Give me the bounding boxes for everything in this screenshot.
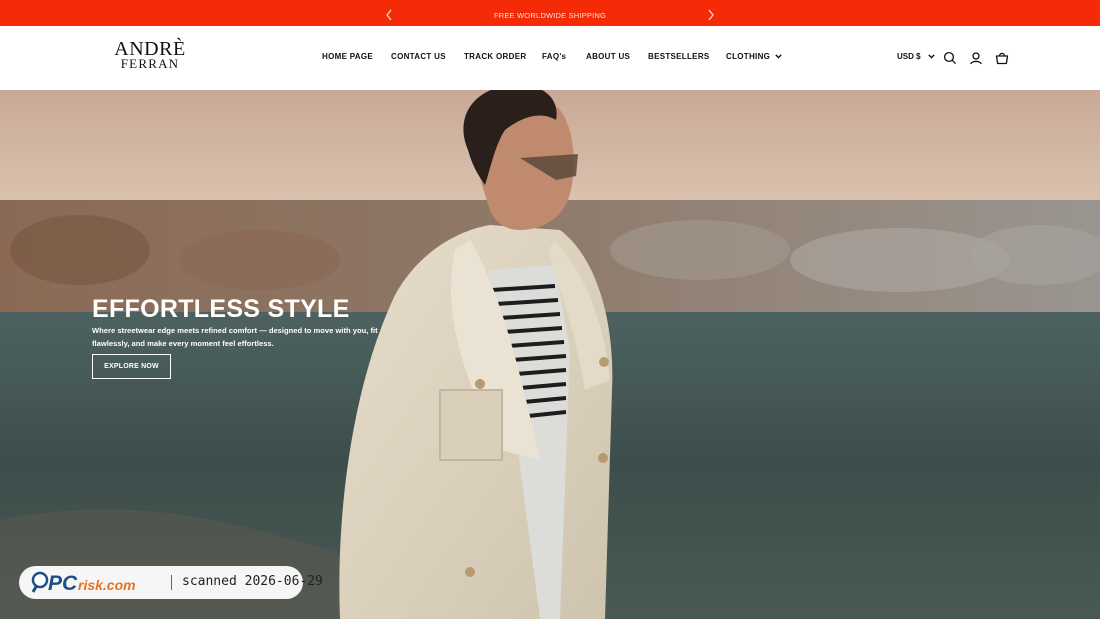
- hero-title: EFFORTLESS STYLE: [92, 295, 350, 323]
- nav-about-us[interactable]: ABOUT US: [586, 52, 630, 62]
- chevron-down-icon: [775, 52, 782, 62]
- brand-logo[interactable]: ANDRÈ FERRAN: [110, 39, 190, 71]
- logo-line-2: FERRAN: [120, 56, 180, 71]
- watermark-badge: PC risk.com scanned 2026-06-29: [19, 566, 323, 599]
- watermark-divider: [171, 575, 172, 590]
- nav-clothing[interactable]: CLOTHING: [726, 52, 782, 62]
- pcrisk-logo-pc: PC: [48, 572, 78, 594]
- cart-icon[interactable]: [995, 51, 1009, 65]
- chevron-down-icon: [928, 52, 935, 62]
- pcrisk-logo-rest: risk.com: [78, 577, 136, 593]
- nav-faqs[interactable]: FAQ's: [542, 52, 566, 62]
- currency-label: USD $: [897, 52, 921, 62]
- hero-subtitle: Where streetwear edge meets refined comf…: [92, 326, 378, 348]
- site-header: ANDRÈ FERRAN HOME PAGE CONTACT US TRACK …: [0, 26, 1100, 90]
- announcement-text: FREE WORLDWIDE SHIPPING: [493, 11, 607, 20]
- hero-banner: EFFORTLESS STYLE Where streetwear edge m…: [0, 90, 1100, 619]
- nav-clothing-label: CLOTHING: [726, 52, 771, 62]
- nav-track-order[interactable]: TRACK ORDER: [464, 52, 526, 62]
- chevron-right-icon[interactable]: [705, 8, 717, 22]
- watermark-text: scanned 2026-06-29: [182, 574, 323, 589]
- search-icon[interactable]: [943, 51, 957, 65]
- nav-home-page[interactable]: HOME PAGE: [322, 52, 373, 62]
- currency-selector[interactable]: USD $: [897, 52, 935, 62]
- pcrisk-logo: PC risk.com: [31, 571, 136, 594]
- announcement-bar: FREE WORLDWIDE SHIPPING: [0, 0, 1100, 26]
- explore-now-button[interactable]: EXPLORE NOW: [92, 354, 171, 379]
- nav-bestsellers[interactable]: BESTSELLERS: [648, 52, 710, 62]
- nav-contact-us[interactable]: CONTACT US: [391, 52, 446, 62]
- account-icon[interactable]: [969, 51, 983, 65]
